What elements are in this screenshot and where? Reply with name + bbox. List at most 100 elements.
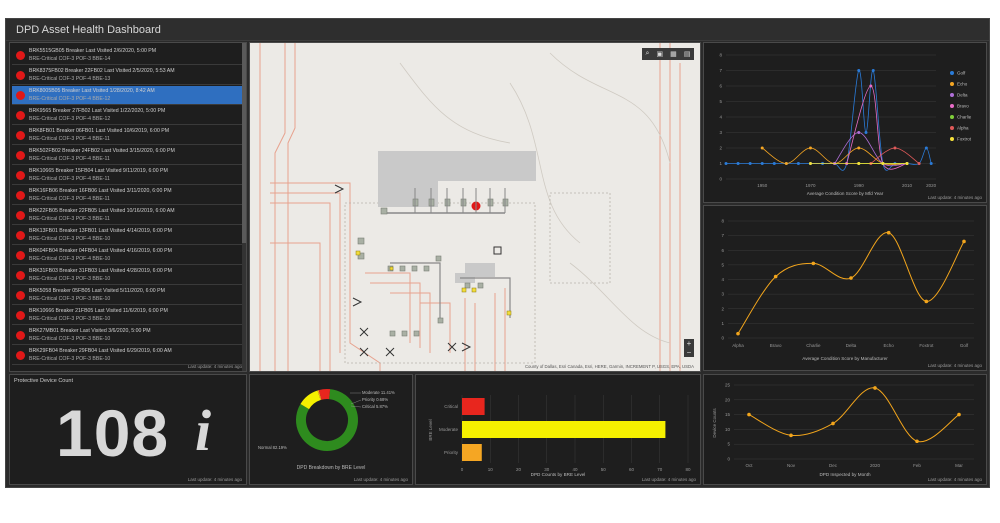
zoom-in-button[interactable]: +	[684, 339, 694, 348]
data-point	[917, 162, 921, 165]
scroll-thumb[interactable]	[242, 43, 246, 243]
critical-status-dot	[16, 231, 25, 240]
chart-inspected-by-month: 0 5 10 15 20 25 Device Counts Oct Nov Dec 2020 Feb M…	[712, 383, 974, 468]
x-tick-label: 2010	[902, 183, 913, 188]
legend-swatch	[950, 71, 954, 75]
legend-swatch	[950, 126, 954, 130]
map-basemap-icon[interactable]: ▦	[670, 50, 677, 58]
y-axis-label: BRE Level	[428, 419, 433, 440]
legend-label: Golf	[957, 71, 966, 76]
y-tick-label: 8	[721, 219, 724, 224]
map-legend-icon[interactable]: ▤	[684, 50, 691, 58]
zoom-control[interactable]: + −	[684, 339, 694, 357]
x-tick-label: Dec	[829, 463, 838, 468]
y-tick-label: 8	[719, 53, 722, 58]
count-last-update: Last update: 4 minutes ago	[187, 477, 242, 482]
bre-breakdown-panel: Moderate 11.41% Priority 0.68% Critical 5.…	[249, 374, 413, 485]
list-item[interactable]: BRK27MB01 Breaker Last Visited 3/6/2020,…	[12, 326, 242, 345]
critical-status-dot	[16, 51, 25, 60]
list-item[interactable]: BRK04FB04 Breaker 04FB04 Last Visited 4/…	[12, 246, 242, 265]
chart2-caption: Average Condition Score by Manufacturer	[802, 356, 888, 361]
x-tick-label: Oct	[745, 463, 753, 468]
data-point	[893, 146, 897, 150]
list-scrollbar[interactable]	[242, 43, 246, 371]
list-item[interactable]: BRK502FB02 Breaker 24FB02 Last Visited 3…	[12, 146, 242, 165]
list-item-detail: BRE-Critical COF-3 POF-4 BBE-12	[29, 116, 111, 122]
series-line	[726, 70, 932, 171]
list-item-title: BRK22FB05 Breaker 22FB05 Last Visited 10…	[29, 208, 175, 214]
data-point	[873, 386, 877, 390]
data-point	[760, 162, 764, 165]
map-canvas[interactable]	[250, 43, 701, 372]
list-item-detail: BRE-Critical COF-3 POF-3 BBE-10	[29, 296, 111, 302]
chart3-last-update: Last update: 4 minutes ago	[927, 477, 982, 482]
legend-label: Bravo	[957, 104, 969, 109]
critical-status-dot	[16, 111, 25, 120]
y-tick-label: 1	[719, 161, 722, 166]
legend-swatch	[950, 137, 954, 141]
list-item-title: BRK10665 Breaker 15FB04 Last Visited 9/1…	[29, 168, 168, 174]
legend-label: Charlie	[957, 115, 972, 120]
data-point	[864, 131, 868, 134]
bre-counts-panel: 0 10 20 30 40 50 60 70 80 BRE Level Critical Modera…	[415, 374, 701, 485]
data-point	[881, 162, 885, 165]
list-item[interactable]: BRK16FB06 Breaker 16FB06 Last Visited 3/…	[12, 186, 242, 205]
data-point	[808, 162, 812, 165]
list-item[interactable]: BRK13FB01 Breaker 13FB01 Last Visited 4/…	[12, 226, 242, 245]
device-count-value: 108	[56, 396, 170, 470]
list-item-detail: BRE-Critical COF-3 POF-4 BBE-11	[29, 156, 110, 162]
list-item[interactable]: BRK10665 Breaker 15FB04 Last Visited 9/1…	[12, 166, 242, 185]
list-item[interactable]: BRK29FB04 Breaker 29FB04 Last Visited 6/…	[12, 346, 242, 365]
list-item-detail: BRE-Critical COF-3 POF-4 BBE-11	[29, 176, 110, 182]
list-item[interactable]: BRK9565 Breaker 27FB02 Last Visited 1/22…	[12, 106, 242, 125]
list-item[interactable]: BRK5058 Breaker 05FB05 Last Visited 5/11…	[12, 286, 242, 305]
list-item-detail: BRE-Critical COF-3 POF-4 BBE-10	[29, 236, 111, 242]
title-bar: DPD Asset Health Dashboard	[6, 19, 989, 41]
x-tick-label: 1990	[854, 183, 865, 188]
data-point	[796, 162, 800, 165]
map-attribution: County of Dallas, Esri Canada, Esri, HER…	[524, 364, 694, 369]
chart-condition-by-year: 0 1 2 3 4 5 6 7 8 1950 1970 1990 2010 2020 Golf Echo Del…	[719, 53, 972, 189]
breaker-list[interactable]: BRK5515GB05 Breaker Last Visited 2/6/202…	[9, 42, 247, 372]
list-item-detail: BRE-Critical COF-3 POF-4 BBE-11	[29, 196, 110, 202]
y-tick-label: 5	[727, 442, 730, 447]
critical-status-dot	[16, 291, 25, 300]
list-item[interactable]: BRK31FB03 Breaker 31FB03 Last Visited 4/…	[12, 266, 242, 285]
map-toolbar[interactable]: ⌕ ▣ ▦ ▤	[642, 48, 694, 60]
critical-status-dot	[16, 91, 25, 100]
data-point	[924, 299, 929, 304]
legend-label: Alpha	[957, 126, 969, 131]
site-map[interactable]: ⌕ ▣ ▦ ▤ + − County of Dallas, Esri Canad…	[249, 42, 701, 372]
data-point	[857, 146, 861, 150]
inspected-by-month-chart: 0 5 10 15 20 25 Device Counts Oct Nov Dec 2020 Feb M…	[703, 374, 987, 485]
y-tick-label: 7	[719, 68, 722, 73]
data-point	[849, 276, 853, 280]
list-item[interactable]: BRK5515GB05 Breaker Last Visited 2/6/202…	[12, 46, 242, 65]
chart2-last-update: Last update: 4 minutes ago	[927, 363, 982, 368]
y-tick-label: 0	[727, 457, 730, 462]
bars-last-update: Last update: 4 minutes ago	[641, 477, 696, 482]
data-point	[736, 162, 740, 165]
list-item[interactable]: BRK8375FB02 Breaker 22FB02 Last Visited …	[12, 66, 242, 85]
zoom-out-button[interactable]: −	[684, 348, 694, 357]
data-point	[929, 162, 933, 165]
y-tick-label: 10	[725, 427, 731, 432]
list-item-detail: BRE-Critical COF-3 POF-4 BBE-11	[29, 136, 110, 142]
map-layers-icon[interactable]: ▣	[656, 50, 663, 58]
chart-condition-by-manufacturer: 0 1 2 3 4 5 6 7 8 Alpha Bravo Charlie Delta Echo Foxtr…	[721, 219, 974, 348]
legend-swatch	[950, 82, 954, 86]
list-item[interactable]: BRK8FB01 Breaker 06FB01 Last Visited 10/…	[12, 126, 242, 145]
list-item[interactable]: BRK22FB05 Breaker 22FB05 Last Visited 10…	[12, 206, 242, 225]
list-item-title: BRK5515GB05 Breaker Last Visited 2/6/202…	[29, 48, 157, 54]
x-tick-label: Foxtrot	[919, 343, 934, 348]
list-item[interactable]: BRK10666 Breaker 21FB05 Last Visited 11/…	[12, 306, 242, 325]
leader-line	[350, 399, 362, 405]
map-search-icon[interactable]: ⌕	[646, 50, 650, 58]
info-icon[interactable]: i	[195, 397, 211, 464]
list-item-title: BRK27MB01 Breaker Last Visited 3/6/2020,…	[29, 328, 151, 334]
list-item-detail: BRE-Critical COF-3 POF-3 BBE-10	[29, 276, 111, 282]
list-item[interactable]: BRK8005B05 Breaker Last Visited 1/28/202…	[12, 86, 242, 105]
list-last-update: Last update: 4 minutes ago	[187, 364, 242, 369]
y-axis-label: Device Counts	[712, 408, 717, 438]
y-tick-label: 1	[721, 321, 724, 326]
